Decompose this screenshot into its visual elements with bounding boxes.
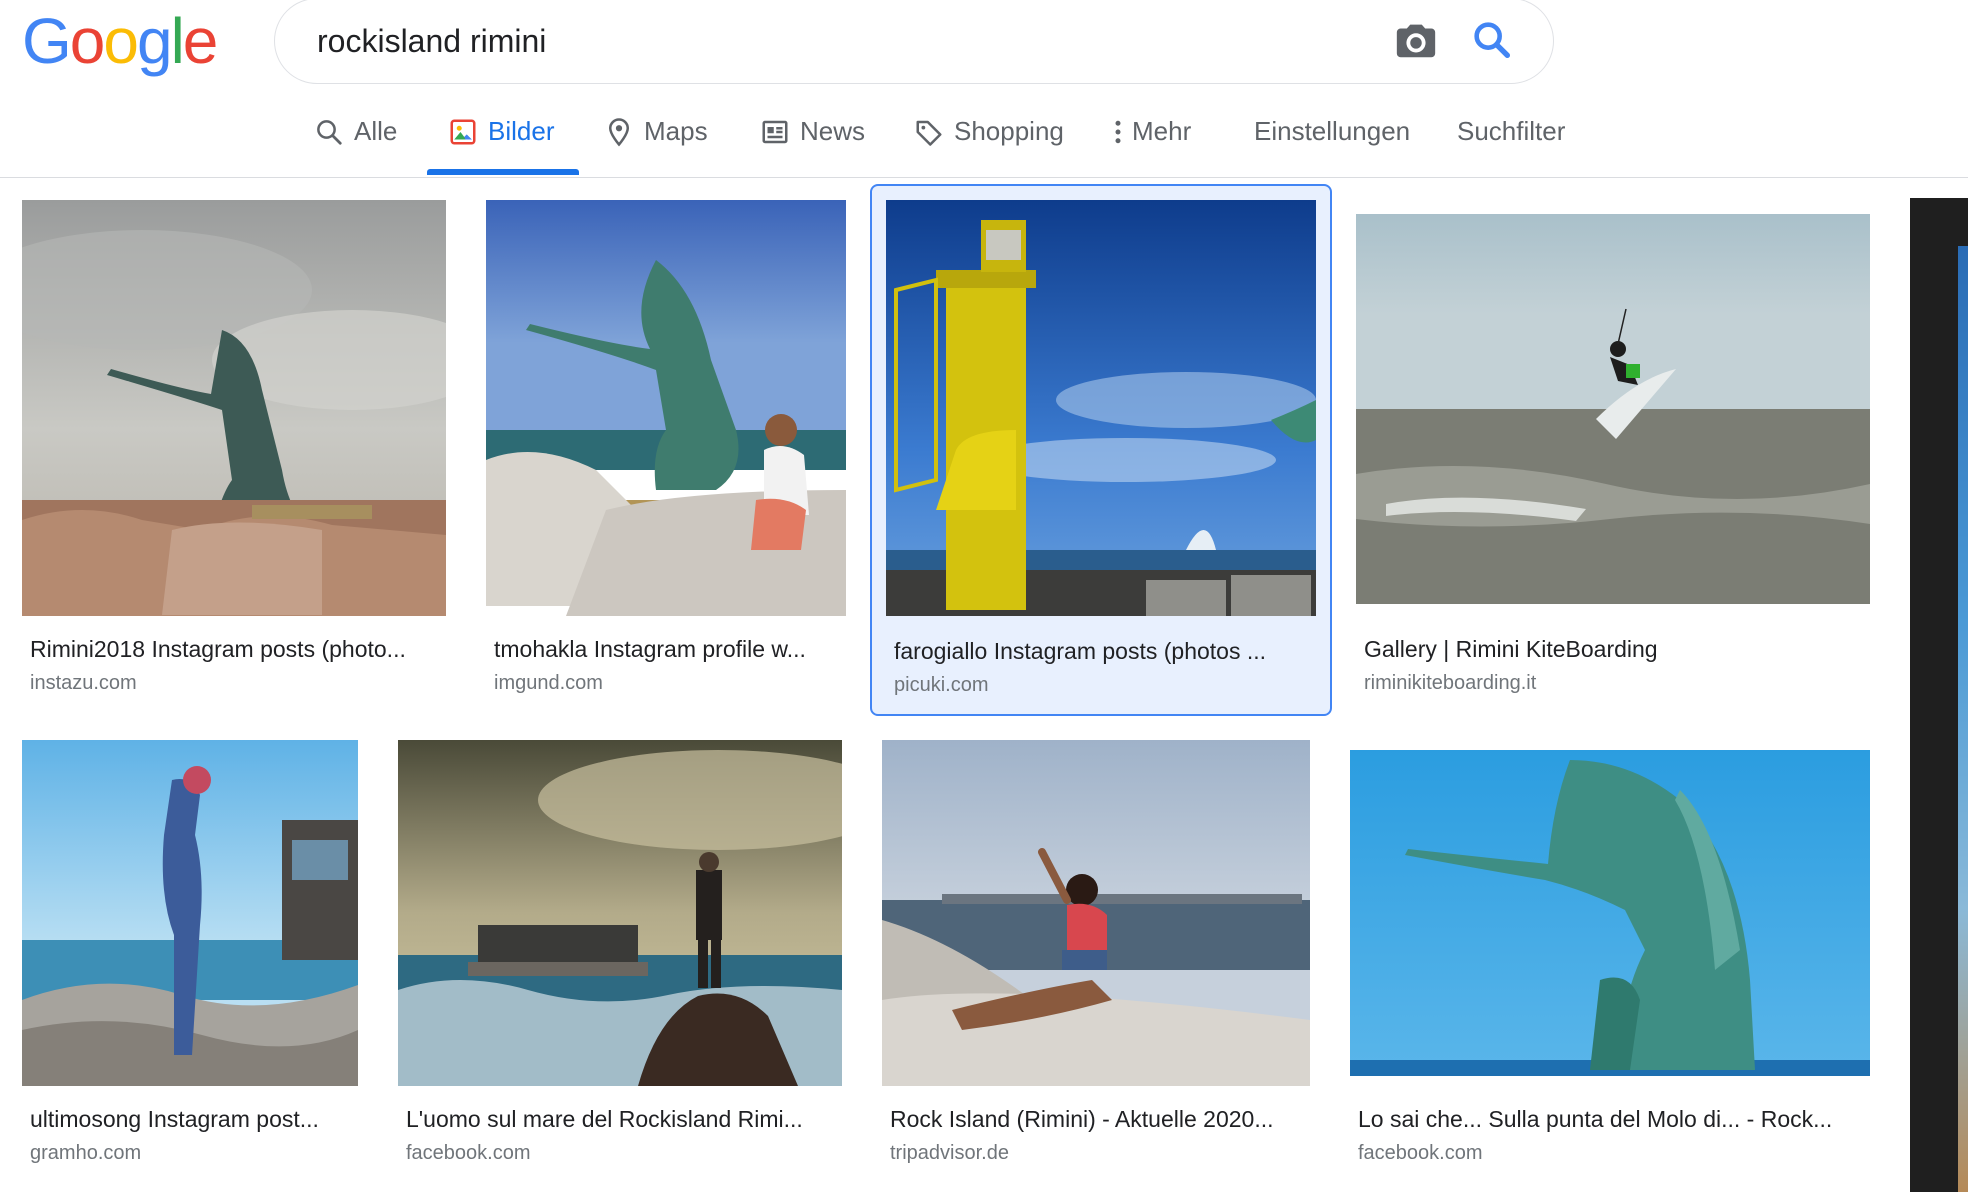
result-thumbnail[interactable] (886, 200, 1316, 616)
logo-letter: l (170, 5, 185, 77)
tab-label: News (800, 116, 866, 146)
tab-label: Mehr (1132, 116, 1192, 146)
result-thumbnail[interactable] (882, 740, 1310, 1086)
tab-settings[interactable]: Einstellungen (1254, 100, 1410, 178)
search-icon[interactable] (1469, 17, 1515, 63)
tab-search-tools[interactable]: Suchfilter (1457, 100, 1565, 178)
image-result[interactable]: tmohakla Instagram profile w... imgund.c… (486, 200, 848, 706)
result-thumbnail[interactable] (398, 740, 842, 1086)
result-source: facebook.com (1358, 1142, 1483, 1164)
result-source: imgund.com (494, 672, 603, 694)
tab-news[interactable]: News (760, 100, 865, 178)
result-source: gramho.com (30, 1142, 142, 1164)
tab-shopping[interactable]: Shopping (914, 100, 1064, 178)
map-pin-icon (608, 118, 630, 147)
tab-more[interactable]: Mehr (1108, 100, 1191, 178)
result-title: farogiallo Instagram posts (photos ... (894, 638, 1267, 664)
result-source: instazu.com (30, 672, 137, 694)
tab-label: Shopping (954, 116, 1064, 146)
logo-letter: g (136, 5, 173, 77)
search-input[interactable] (317, 21, 1317, 61)
search-tabs: Alle Bilder Maps News Shopping Mehr Eins… (0, 100, 1968, 178)
image-result[interactable]: Gallery | Rimini KiteBoarding riminikite… (1356, 200, 1870, 706)
tab-all[interactable]: Alle (314, 100, 397, 178)
logo-letter: G (22, 5, 72, 77)
result-source: facebook.com (406, 1142, 531, 1164)
logo-letter: e (182, 5, 219, 77)
preview-image[interactable] (1958, 246, 1968, 1192)
image-result-selected[interactable]: farogiallo Instagram posts (photos ... p… (870, 184, 1332, 716)
tab-label: Alle (354, 116, 398, 146)
news-icon (762, 120, 788, 144)
tab-label: Maps (644, 116, 708, 146)
logo-letter: o (69, 5, 106, 77)
header: Google Alle Bilder Maps News Shopping (0, 0, 1968, 178)
result-title: Rimini2018 Instagram posts (photo... (30, 636, 406, 662)
result-title: ultimosong Instagram post... (30, 1106, 319, 1132)
tab-label: Bilder (488, 116, 555, 146)
image-result[interactable]: Rimini2018 Instagram posts (photo... ins… (22, 200, 447, 706)
tab-label: Einstellungen (1254, 116, 1411, 146)
result-thumbnail[interactable] (1356, 214, 1870, 604)
result-title: L'uomo sul mare del Rockisland Rimi... (406, 1106, 803, 1132)
camera-icon[interactable] (1393, 17, 1439, 63)
more-vert-icon (1115, 120, 1121, 144)
result-title: Lo sai che... Sulla punta del Molo di...… (1358, 1106, 1833, 1132)
result-title: tmohakla Instagram profile w... (494, 636, 806, 662)
image-result[interactable]: ultimosong Instagram post... gramho.com (22, 740, 358, 1192)
image-result[interactable]: Lo sai che... Sulla punta del Molo di...… (1350, 740, 1872, 1192)
result-thumbnail[interactable] (486, 200, 846, 616)
result-thumbnail[interactable] (22, 740, 358, 1086)
result-title: Gallery | Rimini KiteBoarding (1364, 636, 1658, 662)
search-icon (317, 120, 342, 145)
tag-icon (916, 120, 942, 146)
logo-letter: o (103, 5, 139, 77)
result-title: Rock Island (Rimini) - Aktuelle 2020... (890, 1106, 1274, 1132)
search-box (274, 0, 1554, 84)
tab-label: Suchfilter (1457, 116, 1566, 146)
active-tab-indicator (427, 169, 579, 175)
tab-images[interactable]: Bilder (448, 100, 554, 178)
result-source: tripadvisor.de (890, 1142, 1009, 1164)
image-result[interactable]: L'uomo sul mare del Rockisland Rimi... f… (398, 740, 842, 1192)
tab-maps[interactable]: Maps (604, 100, 708, 178)
result-source: riminikiteboarding.it (1364, 672, 1537, 694)
result-thumbnail[interactable] (22, 200, 446, 616)
image-icon (450, 119, 476, 145)
result-source: picuki.com (894, 674, 989, 696)
google-logo[interactable]: Google (22, 5, 219, 77)
result-thumbnail[interactable] (1350, 750, 1870, 1076)
image-result[interactable]: Rock Island (Rimini) - Aktuelle 2020... … (882, 740, 1312, 1192)
